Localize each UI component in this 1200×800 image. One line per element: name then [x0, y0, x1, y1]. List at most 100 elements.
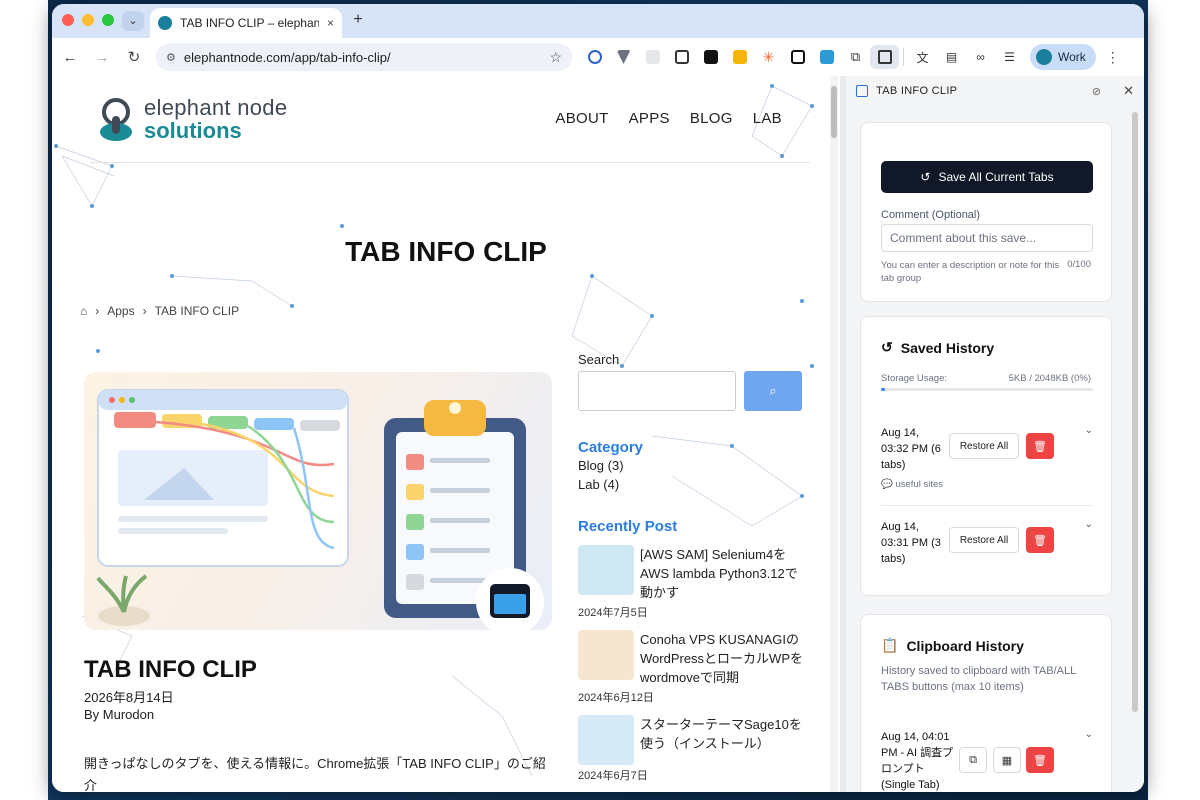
restore-all-button[interactable]: Restore All — [949, 527, 1019, 553]
unpin-icon[interactable]: ⊘ — [1092, 85, 1101, 98]
post-intro: 開きっぱなしのタブを、使える情報に。Chrome拡張「TAB INFO CLIP… — [84, 756, 546, 792]
recent-post-title: Conoha VPS KUSANAGIのWordPressとローカルWPをwor… — [640, 632, 803, 685]
profile-chip[interactable]: Work — [1030, 44, 1096, 70]
nav-lab[interactable]: LAB — [753, 110, 782, 127]
copy-button[interactable]: ⧉ — [959, 747, 987, 773]
link-icon[interactable]: ∞ — [966, 45, 995, 69]
chevron-down-icon[interactable]: ⌄ — [1085, 729, 1093, 740]
storage-usage-label: Storage Usage: — [881, 373, 948, 384]
reading-list-icon[interactable]: ☰ — [995, 45, 1024, 69]
home-icon[interactable]: ⌂ — [80, 304, 87, 318]
sparkle-extension-icon[interactable]: ✳ — [754, 45, 783, 69]
tab-info-clip-extension-icon[interactable] — [812, 45, 841, 69]
page-title: TAB INFO CLIP — [345, 236, 547, 267]
new-tab-button[interactable]: + — [348, 11, 368, 31]
password-manager-extension-icon[interactable] — [580, 45, 609, 69]
breadcrumb-separator-icon: › — [142, 304, 147, 318]
browser-menu-icon[interactable]: ⋮ — [1106, 49, 1120, 66]
nav-blog[interactable]: BLOG — [690, 110, 733, 127]
tab-strip: ⌄ TAB INFO CLIP – elephantnode × + — [52, 4, 1144, 38]
nav-apps[interactable]: APPS — [629, 110, 670, 127]
copy-icon: ⧉ — [969, 753, 977, 766]
site-info-icon[interactable]: ⚙ — [166, 51, 176, 64]
side-panel-scrollbar[interactable] — [1132, 112, 1138, 712]
side-panel-title: TAB INFO CLIP — [876, 85, 958, 97]
save-all-tabs-label: Save All Current Tabs — [938, 170, 1054, 184]
close-window-button[interactable] — [62, 14, 74, 26]
tab-close-icon[interactable]: × — [327, 16, 334, 30]
search-button[interactable]: ⌕ — [744, 371, 802, 411]
restore-all-button[interactable]: Restore All — [949, 433, 1019, 459]
delete-button[interactable]: 🗑 — [1026, 527, 1054, 553]
recent-post-date: 2024年6月7日 — [578, 770, 648, 782]
zoom-window-button[interactable] — [102, 14, 114, 26]
chevron-down-icon[interactable]: ⌄ — [1085, 425, 1093, 436]
page-scrollbar[interactable] — [830, 76, 838, 792]
recent-post[interactable]: Conoha VPS KUSANAGIのWordPressとローカルWPをwor… — [578, 630, 808, 687]
blank-extension-icon[interactable] — [638, 45, 667, 69]
history-icon: ↺ — [881, 339, 893, 355]
hero-illustration — [84, 372, 552, 630]
nav-about[interactable]: ABOUT — [555, 110, 608, 127]
history-icon: ↺ — [920, 170, 931, 184]
recent-post[interactable]: スターターテーマSage10を使う（インストール） — [578, 715, 808, 765]
saved-history-card: ↺ Saved History Storage Usage: 5KB / 204… — [860, 316, 1112, 596]
forward-button[interactable]: → — [88, 43, 116, 71]
paste-button[interactable]: ▦ — [993, 747, 1021, 773]
save-all-tabs-button[interactable]: ↺ Save All Current Tabs — [881, 161, 1093, 193]
comment-icon: 💬 — [881, 479, 896, 490]
post-author[interactable]: By Murodon — [84, 707, 154, 722]
clipboard-history-heading: 📋 Clipboard History — [881, 637, 1024, 654]
delete-button[interactable]: 🗑 — [1026, 433, 1054, 459]
bookmark-star-icon[interactable]: ☆ — [549, 49, 562, 66]
history-divider — [881, 505, 1093, 506]
back-button[interactable]: ← — [56, 43, 84, 71]
breadcrumb-separator-icon: › — [95, 304, 100, 318]
vue-devtools-extension-icon[interactable] — [609, 45, 638, 69]
notes-extension-icon[interactable] — [725, 45, 754, 69]
recent-post-thumbnail — [578, 545, 634, 595]
header-divider — [90, 162, 810, 163]
notion-extension-icon[interactable] — [783, 45, 812, 69]
clip-extension-icon[interactable] — [696, 45, 725, 69]
page-scrollbar-thumb[interactable] — [831, 86, 837, 138]
reading-mode-icon[interactable]: ▤ — [937, 45, 966, 69]
address-bar[interactable]: ⚙ elephantnode.com/app/tab-info-clip/ ☆ — [156, 43, 572, 71]
tab-search-button[interactable]: ⌄ — [122, 11, 144, 31]
extensions-row: ✳ ⧉ 文 ▤ ∞ ☰ — [580, 45, 1024, 69]
recent-heading: Recently Post — [578, 518, 678, 535]
breadcrumb-apps[interactable]: Apps — [107, 304, 134, 318]
screen: ⌄ TAB INFO CLIP – elephantnode × + ← → ↻… — [0, 0, 1200, 800]
category-link-lab[interactable]: Lab (4) — [578, 475, 808, 494]
site-logo[interactable]: elephant node solutions — [96, 96, 287, 144]
search-input[interactable] — [578, 371, 736, 411]
history-entry-note-text: useful sites — [895, 479, 943, 490]
recent-post[interactable]: [AWS SAM] Selenium4をAWS lambda Python3.1… — [578, 545, 808, 602]
browser-window: ⌄ TAB INFO CLIP – elephantnode × + ← → ↻… — [52, 4, 1144, 792]
minimize-window-button[interactable] — [82, 14, 94, 26]
search-label: Search — [578, 352, 620, 367]
toolbar-separator — [903, 48, 904, 66]
site-navigation: ABOUT APPS BLOG LAB — [555, 110, 782, 127]
extensions-puzzle-icon[interactable]: ⧉ — [841, 45, 870, 69]
clipboard-entry-text: Aug 14, 04:01 PM - AI 調査プロンプト (Single Ta… — [881, 731, 954, 791]
recent-post-thumbnail — [578, 715, 634, 765]
close-icon[interactable]: ✕ — [1123, 83, 1134, 99]
active-tab[interactable]: TAB INFO CLIP – elephantnode × — [150, 8, 342, 38]
screenshot-extension-icon[interactable] — [667, 45, 696, 69]
reload-button[interactable]: ↻ — [120, 43, 148, 71]
comment-input[interactable] — [881, 224, 1093, 252]
history-entry-time: Aug 14, 03:31 PM (3 tabs) — [881, 521, 941, 565]
blog-sidebar: Search ⌕ Category Blog (3) Lab (4) Recen… — [578, 352, 808, 783]
side-panel-toggle-icon[interactable] — [870, 45, 899, 69]
category-link-blog[interactable]: Blog (3) — [578, 456, 808, 475]
trash-icon: 🗑 — [1033, 440, 1047, 453]
saved-history-title: Saved History — [900, 339, 995, 356]
side-panel-scrollbar-thumb[interactable] — [1132, 112, 1138, 712]
chevron-down-icon[interactable]: ⌄ — [1085, 519, 1093, 530]
storage-usage-fill — [881, 388, 886, 391]
translate-icon[interactable]: 文 — [908, 45, 937, 69]
comment-help-text: You can enter a description or note for … — [881, 260, 1060, 284]
profile-name: Work — [1058, 50, 1086, 64]
delete-button[interactable]: 🗑 — [1026, 747, 1054, 773]
